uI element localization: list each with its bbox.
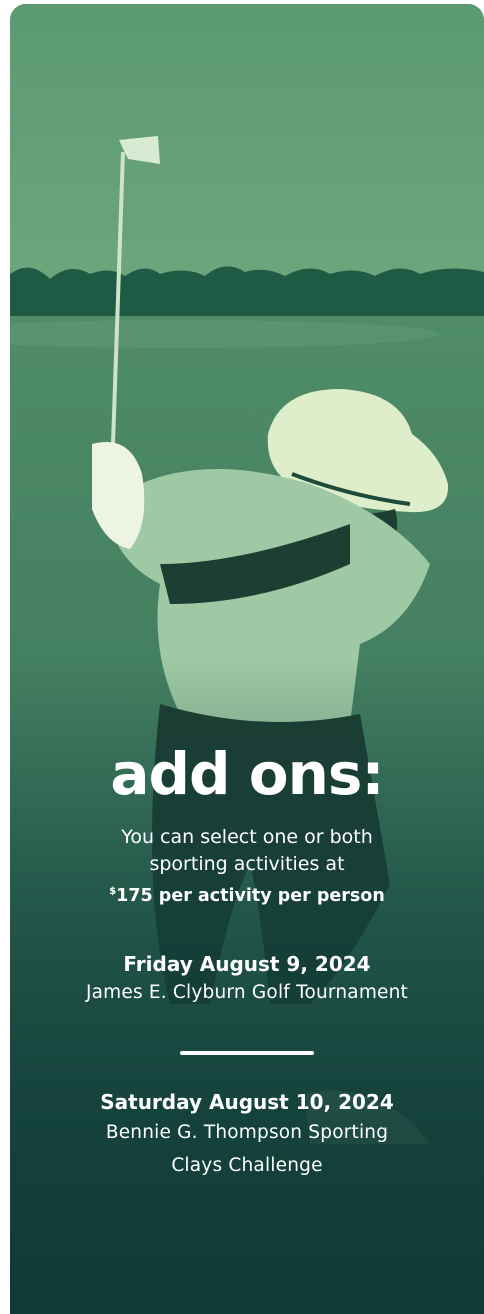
event-name-1: James E. Clyburn Golf Tournament [85, 982, 409, 1003]
price-text: $175 per activity per person [10, 878, 484, 910]
add-ons-content: add ons: You can select one or both spor… [10, 742, 484, 1182]
add-ons-card: add ons: You can select one or both spor… [10, 4, 484, 1314]
intro-line-1: You can select one or both [121, 826, 373, 848]
add-ons-heading: add ons: [110, 740, 384, 808]
event-name-2-line-1: Bennie G. Thompson Sporting [105, 1122, 389, 1143]
event-date-2: Saturday August 10, 2024 [100, 1090, 394, 1114]
intro-line-2: sporting activities at [149, 853, 345, 875]
section-divider [180, 1051, 314, 1055]
price-amount: 175 per activity per person [116, 886, 385, 906]
event-date-1: Friday August 9, 2024 [123, 952, 371, 976]
intro-text: You can select one or both sporting acti… [10, 824, 484, 910]
event-name-2-line-2: Clays Challenge [171, 1155, 323, 1176]
